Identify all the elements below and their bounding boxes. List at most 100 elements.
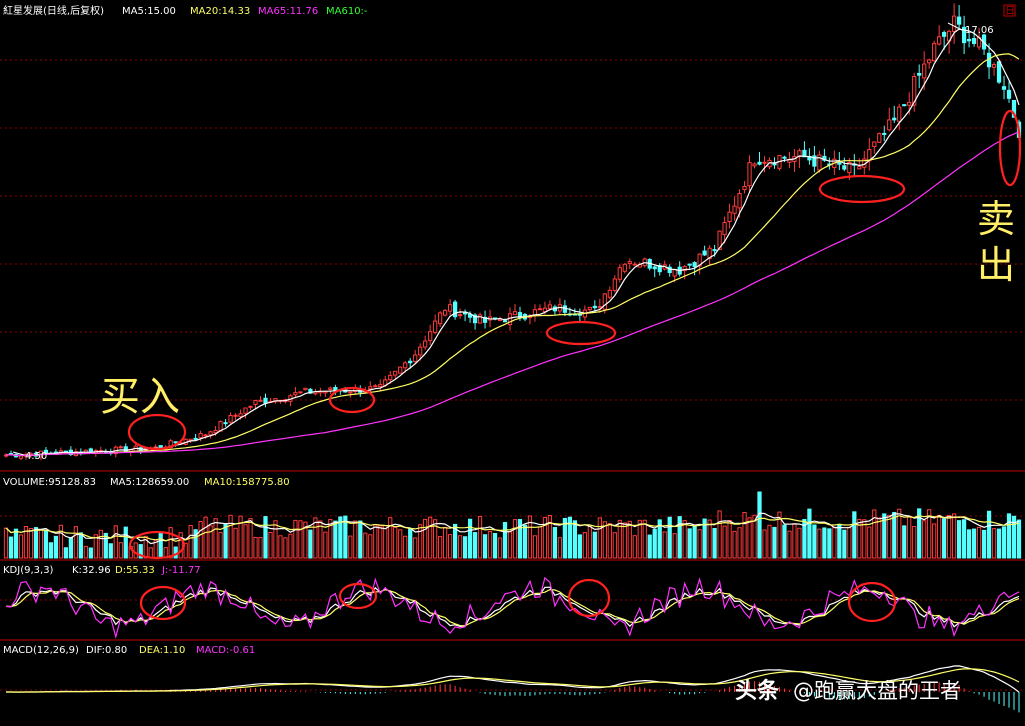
- volume-bar-up: [727, 519, 732, 559]
- volume-bar-up: [817, 528, 822, 559]
- volume-bar-down: [942, 518, 947, 559]
- volume-bar-down: [1001, 526, 1007, 559]
- volume-bar-up: [877, 517, 882, 559]
- volume-bar-up: [832, 526, 837, 559]
- volume-bar-up: [672, 533, 677, 559]
- volume-bar-down: [961, 519, 967, 559]
- volume-bar-up: [113, 525, 118, 559]
- volume-bar-up: [976, 526, 982, 559]
- candle-down: [687, 263, 692, 266]
- macd-dea-label: DEA:1.10: [139, 645, 185, 656]
- candle-up: [612, 278, 617, 291]
- sell-annotation-char-1: 卖: [977, 197, 1015, 241]
- kdj-d-label: D:55.33: [115, 565, 155, 576]
- volume-bar-down: [956, 520, 962, 559]
- volume-bar-up: [682, 520, 687, 559]
- volume-bar-down: [333, 520, 338, 559]
- candle-up: [877, 133, 882, 143]
- volume-bar-down: [692, 525, 697, 559]
- volume-bar-up: [507, 531, 513, 559]
- volume-bar-up: [747, 517, 752, 559]
- volume-bar-up: [378, 525, 383, 559]
- candle-up: [537, 308, 543, 311]
- volume-bar-up: [168, 527, 173, 559]
- volume-bar-down: [852, 511, 857, 559]
- volume-bar-up: [133, 542, 138, 559]
- candle-down: [842, 165, 847, 170]
- candle-up: [443, 309, 448, 316]
- volume-bar-down: [158, 531, 163, 559]
- volume-bar-up: [662, 531, 667, 559]
- volume-bar-up: [73, 526, 78, 559]
- candle-up: [602, 293, 607, 310]
- volume-bar-down: [552, 527, 558, 559]
- candle-down: [223, 422, 228, 425]
- volume-bar-down: [53, 535, 59, 559]
- volume-bar-down: [807, 508, 812, 559]
- candle-down: [971, 38, 977, 44]
- candle-up: [348, 391, 353, 394]
- volume-bar-down: [986, 510, 992, 559]
- candle-down: [882, 132, 887, 135]
- volume-bar-up: [273, 520, 278, 559]
- candle-up: [762, 161, 767, 164]
- volume-bar-up: [313, 517, 318, 559]
- volume-ma5-label: MA5:128659.00: [110, 477, 189, 488]
- volume-bar-up: [38, 528, 44, 559]
- volume-bar-up: [368, 534, 373, 559]
- candle-down: [902, 104, 907, 107]
- volume-bar-up: [213, 518, 218, 559]
- volume-bar-up: [607, 523, 612, 559]
- candle-up: [932, 43, 937, 62]
- kdj-j-label: J:-11.77: [161, 565, 201, 576]
- candle-up: [413, 354, 418, 362]
- volume-bar-up: [537, 526, 543, 559]
- volume-bar-up: [258, 537, 263, 559]
- candle-up: [597, 306, 602, 309]
- buy-annotation: 买入: [100, 374, 180, 420]
- candle-up: [927, 59, 932, 64]
- candle-up: [393, 370, 398, 376]
- candle-up: [457, 314, 463, 317]
- candle-up: [897, 106, 902, 122]
- volume-bar-up: [697, 529, 702, 559]
- volume-bar-down: [572, 520, 577, 559]
- candle-up: [213, 429, 218, 434]
- volume-bar-up: [428, 516, 433, 559]
- volume-bar-up: [403, 535, 408, 559]
- volume-bar-down: [8, 536, 14, 559]
- candle-up: [617, 267, 622, 280]
- candle-up: [922, 63, 927, 79]
- ma20-label: MA20:14.33: [190, 6, 250, 17]
- candle-up: [198, 433, 203, 439]
- volume-bar-up: [233, 527, 238, 559]
- candle-up: [253, 399, 258, 405]
- volume-bar-up: [867, 526, 872, 559]
- kdj-k-label: K:32.96: [72, 565, 111, 576]
- volume-bar-up: [198, 521, 203, 559]
- volume-bar-up: [627, 520, 632, 559]
- candle-down: [1001, 86, 1007, 90]
- volume-bar-up: [293, 519, 298, 559]
- volume-bar-up: [348, 535, 353, 559]
- candle-up: [512, 311, 518, 316]
- candle-up: [991, 63, 997, 68]
- volume-bar-down: [981, 529, 987, 559]
- volume-bar-up: [632, 535, 637, 559]
- candle-up: [208, 431, 213, 436]
- ma610-label: MA610:-: [326, 6, 368, 17]
- sell-annotation-char-2: 出: [977, 243, 1015, 287]
- candle-down: [956, 16, 962, 25]
- candle-up: [627, 261, 632, 264]
- volume-bar-up: [642, 519, 647, 559]
- candle-up: [258, 399, 263, 402]
- volume-bar-up: [373, 524, 378, 559]
- volume-bar-up: [268, 531, 273, 559]
- volume-bar-up: [278, 535, 283, 559]
- volume-bar-up: [423, 518, 428, 559]
- candle-down: [917, 73, 922, 76]
- volume-bar-down: [482, 534, 488, 559]
- volume-bar-down: [33, 527, 39, 559]
- volume-bar-up: [597, 517, 602, 559]
- candle-up: [727, 211, 732, 222]
